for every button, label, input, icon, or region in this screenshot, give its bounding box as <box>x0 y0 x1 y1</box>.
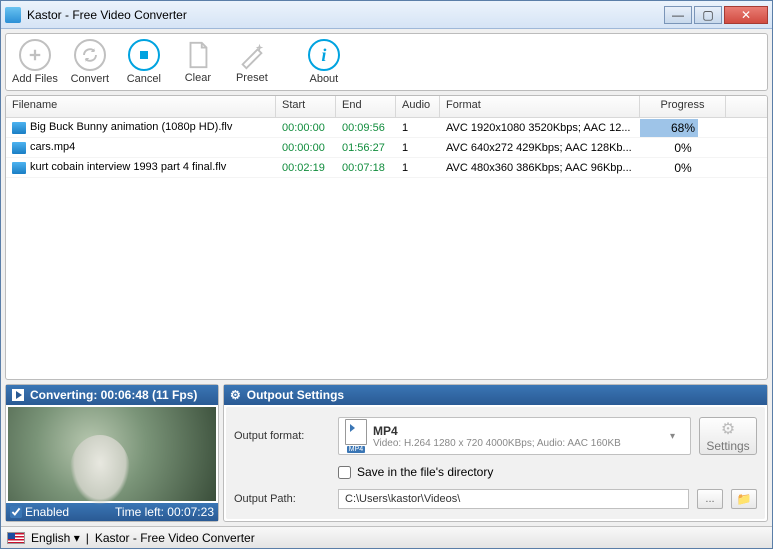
format-desc: Video: H.264 1280 x 720 4000KBps; Audio:… <box>373 438 664 449</box>
preview-header: Converting: 00:06:48 (11 Fps) <box>6 385 218 405</box>
save-in-dir-checkbox[interactable] <box>338 466 351 479</box>
preview-footer: Enabled Time left: 00:07:23 <box>6 503 218 521</box>
output-path-label: Output Path: <box>234 493 330 505</box>
convert-button[interactable]: Convert <box>68 39 112 85</box>
gear-icon: ⚙ <box>721 419 735 439</box>
preview-time-left: Time left: 00:07:23 <box>115 505 214 519</box>
col-start[interactable]: Start <box>276 96 336 117</box>
browse-button[interactable]: ... <box>697 489 723 509</box>
converting-status: Converting: 00:06:48 (11 Fps) <box>30 388 197 402</box>
preview-enabled-checkbox[interactable] <box>10 506 22 518</box>
video-file-icon <box>12 142 26 154</box>
preview-enabled-label: Enabled <box>25 505 69 519</box>
output-format-label: Output format: <box>234 430 330 442</box>
main-window: Kastor - Free Video Converter — ▢ ✕ Add … <box>0 0 773 549</box>
about-button[interactable]: i About <box>302 39 346 85</box>
maximize-button[interactable]: ▢ <box>694 6 722 24</box>
table-row[interactable]: cars.mp400:00:0001:56:271AVC 640x272 429… <box>6 138 767 158</box>
plus-icon <box>19 39 51 71</box>
mp4-file-icon: MP4 <box>345 419 367 453</box>
list-header: Filename Start End Audio Format Progress <box>6 96 767 118</box>
output-settings-header: ⚙ Outpout Settings <box>224 385 767 405</box>
play-icon <box>12 389 24 401</box>
col-end[interactable]: End <box>336 96 396 117</box>
app-icon <box>5 7 21 23</box>
format-name: MP4 <box>373 424 664 438</box>
window-title: Kastor - Free Video Converter <box>27 8 662 22</box>
close-button[interactable]: ✕ <box>724 6 768 24</box>
file-list: Filename Start End Audio Format Progress… <box>5 95 768 380</box>
cancel-button[interactable]: Cancel <box>122 39 166 85</box>
col-audio[interactable]: Audio <box>396 96 440 117</box>
table-row[interactable]: kurt cobain interview 1993 part 4 final.… <box>6 158 767 178</box>
save-in-dir-label: Save in the file's directory <box>357 465 493 479</box>
video-file-icon <box>12 162 26 174</box>
col-format[interactable]: Format <box>440 96 640 117</box>
col-progress[interactable]: Progress <box>640 96 726 117</box>
page-icon <box>183 40 213 70</box>
language-selector[interactable]: English ▾ <box>31 531 80 545</box>
minimize-button[interactable]: — <box>664 6 692 24</box>
folder-icon: 📁 <box>737 492 752 506</box>
chevron-down-icon[interactable]: ▾ <box>670 431 684 442</box>
statusbar: English ▾ | Kastor - Free Video Converte… <box>1 526 772 548</box>
info-icon: i <box>308 39 340 71</box>
list-body[interactable]: Big Buck Bunny animation (1080p HD).flv0… <box>6 118 767 379</box>
table-row[interactable]: Big Buck Bunny animation (1080p HD).flv0… <box>6 118 767 138</box>
output-format-selector[interactable]: MP4 MP4 Video: H.264 1280 x 720 4000KBps… <box>338 417 691 455</box>
statusbar-app-name: Kastor - Free Video Converter <box>95 531 255 545</box>
open-folder-button[interactable]: 📁 <box>731 489 757 509</box>
titlebar[interactable]: Kastor - Free Video Converter — ▢ ✕ <box>1 1 772 29</box>
clear-button[interactable]: Clear <box>176 40 220 84</box>
toolbar: Add Files Convert Cancel Clear Preset i … <box>5 33 768 91</box>
refresh-icon <box>74 39 106 71</box>
preview-panel: Converting: 00:06:48 (11 Fps) Enabled Ti… <box>5 384 219 522</box>
stop-icon <box>128 39 160 71</box>
col-filename[interactable]: Filename <box>6 96 276 117</box>
output-settings-panel: ⚙ Outpout Settings Output format: MP4 MP… <box>223 384 768 522</box>
settings-button[interactable]: ⚙ Settings <box>699 417 757 455</box>
video-file-icon <box>12 122 26 134</box>
preview-image[interactable] <box>8 407 216 501</box>
gear-icon: ⚙ <box>230 388 241 402</box>
flag-icon <box>7 532 25 544</box>
add-files-button[interactable]: Add Files <box>12 39 58 85</box>
output-path-input[interactable] <box>338 489 689 509</box>
wand-icon <box>237 40 267 70</box>
preset-button[interactable]: Preset <box>230 40 274 84</box>
